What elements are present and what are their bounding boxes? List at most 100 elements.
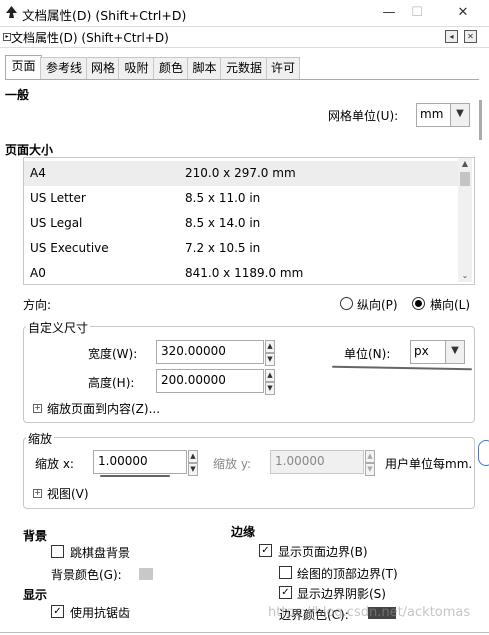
grid-unit-dropdown[interactable]: mm ▼ [416, 103, 470, 127]
list-item[interactable]: US Executive 7.2 x 10.5 in [24, 236, 460, 261]
page-size-dimensions: 841.0 x 1189.0 mm [185, 266, 304, 280]
resize-to-content[interactable]: 缩放页面到内容(Z)... [47, 400, 160, 417]
divider [0, 632, 489, 633]
dock-iconify-button[interactable]: ◂ [445, 30, 458, 43]
list-item[interactable]: US Legal 8.5 x 14.0 in [24, 211, 460, 236]
spin-up-icon: ▲ [365, 450, 375, 463]
page-size-name: US Legal [30, 216, 83, 230]
page-size-dimensions: 7.2 x 10.5 in [185, 241, 261, 255]
spin-down-icon[interactable]: ▼ [265, 353, 275, 366]
watermark: https://blog.csdn.net/acktomas [268, 605, 471, 620]
inkscape-app-icon [6, 6, 17, 18]
list-scrollbar[interactable]: ▲ ⌄ [458, 158, 472, 282]
divider [0, 26, 489, 27]
scale-x-spin-buttons[interactable]: ▲ ▼ [188, 450, 198, 476]
border-on-top-checkbox[interactable] [279, 566, 292, 579]
scroll-down-icon[interactable]: ⌄ [458, 270, 472, 282]
scroll-thumb[interactable] [460, 172, 470, 186]
dock-close-button[interactable]: ✕ [464, 30, 477, 43]
show-border-label[interactable]: 显示页面边界(B) [278, 543, 368, 560]
list-item[interactable]: US Letter 8.5 x 11.0 in [24, 186, 460, 211]
width-spin-buttons[interactable]: ▲ ▼ [265, 340, 275, 366]
scale-x-label: 缩放 x: [35, 457, 74, 471]
height-spinbox[interactable]: 200.00000 ▲ ▼ [156, 369, 275, 395]
height-label: 高度(H): [88, 376, 135, 390]
tab-4[interactable]: 颜色 [153, 57, 189, 79]
bg-color-label: 背景颜色(G): [51, 568, 122, 582]
scale-x-spinbox[interactable]: 1.00000 ▲ ▼ [93, 450, 198, 476]
user-units-label: 用户单位每mm. [385, 457, 473, 471]
page-size-name: A4 [30, 166, 46, 180]
border-heading: 边缘 [231, 525, 256, 539]
spin-up-icon[interactable]: ▲ [188, 450, 198, 463]
spin-up-icon[interactable]: ▲ [265, 369, 275, 382]
grid-unit-label: 网格单位(U): [328, 109, 399, 123]
page-size-name: A0 [30, 266, 46, 280]
portrait-radio[interactable] [340, 297, 353, 310]
scale-x-value: 1.00000 [98, 454, 148, 468]
checkerboard-checkbox[interactable] [51, 545, 64, 558]
scale-y-label: 缩放 y: [213, 457, 252, 471]
unit-value: px [414, 344, 429, 358]
spin-down-icon: ▼ [365, 463, 375, 476]
width-label: 宽度(W): [88, 347, 138, 361]
orientation-label: 方向: [23, 298, 52, 312]
custom-size-legend: 自定义尺寸 [26, 319, 91, 336]
tab-2[interactable]: 网格 [86, 57, 120, 79]
expander-icon[interactable]: + [33, 404, 42, 413]
antialias-checkbox[interactable]: ✓ [51, 605, 64, 618]
viewbox-expander[interactable]: 视图(V) [47, 485, 89, 502]
page-size-dimensions: 8.5 x 11.0 in [185, 191, 261, 205]
show-border-checkbox[interactable]: ✓ [259, 544, 272, 557]
floating-handle[interactable] [478, 440, 489, 466]
unit-label: 单位(N): [344, 347, 391, 361]
checkerboard-label[interactable]: 跳棋盘背景 [70, 544, 130, 561]
maximize-button[interactable]: ☐ [402, 2, 432, 24]
height-spin-buttons[interactable]: ▲ ▼ [265, 369, 275, 395]
grid-unit-value: mm [420, 107, 444, 121]
page-size-dimensions: 210.0 x 297.0 mm [185, 166, 296, 180]
tab-5[interactable]: 脚本 [187, 57, 222, 79]
scroll-up-icon[interactable]: ▲ [458, 158, 472, 170]
dock-collapse-icon[interactable]: ▸ [3, 33, 11, 41]
landscape-radio[interactable] [412, 297, 425, 310]
page-size-name: US Executive [30, 241, 109, 255]
scale-y-value: 1.00000 [275, 454, 325, 468]
scale-frame [23, 437, 475, 509]
minimize-button[interactable]: — [374, 2, 404, 24]
page-size-list[interactable]: A4 210.0 x 297.0 mm US Letter 8.5 x 11.0 in… [23, 157, 475, 285]
unit-dropdown[interactable]: px ▼ [410, 340, 465, 364]
width-value: 320.00000 [161, 344, 226, 358]
spin-up-icon[interactable]: ▲ [265, 340, 275, 353]
display-heading: 显示 [23, 588, 48, 602]
tab-underline [5, 79, 479, 80]
tab-7[interactable]: 许可 [266, 57, 300, 79]
chevron-down-icon: ▼ [450, 104, 469, 126]
close-button[interactable]: ✕ [448, 2, 478, 24]
handwritten-underline [100, 475, 170, 477]
spin-down-icon[interactable]: ▼ [265, 382, 275, 395]
tab-6[interactable]: 元数据 [220, 57, 268, 79]
list-item[interactable]: A0 841.0 x 1189.0 mm [24, 261, 460, 284]
expander-icon[interactable]: + [33, 489, 42, 498]
page-size-dimensions: 8.5 x 14.0 in [185, 216, 261, 230]
height-value: 200.00000 [161, 373, 226, 387]
side-scrollbar[interactable] [479, 100, 482, 140]
tab-0[interactable]: 页面 [5, 55, 42, 80]
window-title: 文档属性(D) (Shift+Ctrl+D) [22, 8, 187, 23]
dock-title: 文档属性(D) (Shift+Ctrl+D) [11, 31, 169, 45]
border-on-top-label[interactable]: 绘图的顶部边界(T) [297, 565, 398, 582]
portrait-label[interactable]: 纵向(P) [357, 296, 398, 313]
antialias-label[interactable]: 使用抗锯齿 [70, 604, 130, 621]
width-spinbox[interactable]: 320.00000 ▲ ▼ [156, 340, 275, 366]
tab-1[interactable]: 参考线 [40, 57, 88, 79]
chevron-down-icon: ▼ [445, 341, 464, 363]
bg-color-swatch[interactable] [139, 568, 153, 580]
border-shadow-label[interactable]: 显示边界阴影(S) [297, 585, 386, 602]
border-shadow-checkbox[interactable]: ✓ [279, 586, 292, 599]
spin-down-icon[interactable]: ▼ [188, 463, 198, 476]
background-heading: 背景 [23, 529, 48, 543]
landscape-label[interactable]: 横向(L) [430, 296, 470, 313]
list-item[interactable]: A4 210.0 x 297.0 mm [24, 161, 460, 186]
tab-3[interactable]: 吸附 [118, 57, 155, 79]
